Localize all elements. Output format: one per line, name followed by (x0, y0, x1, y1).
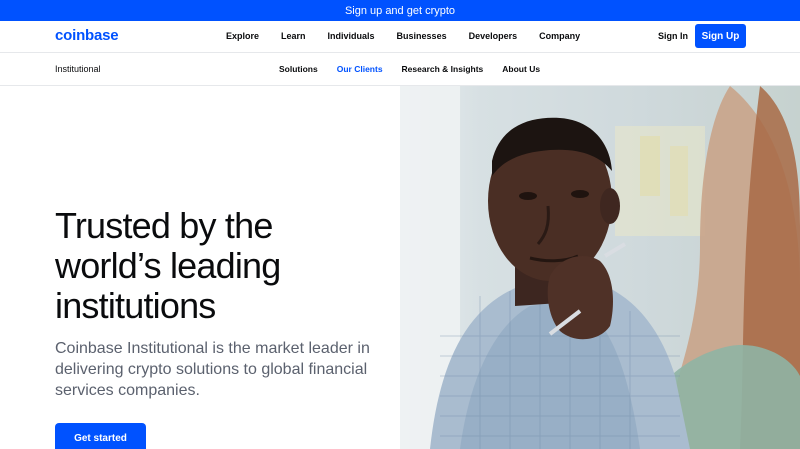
nav-developers[interactable]: Developers (469, 31, 518, 41)
hero-title-line: Trusted by the (55, 205, 273, 246)
hero-copy: Trusted by the world’s leading instituti… (55, 206, 385, 401)
subnav-solutions[interactable]: Solutions (279, 64, 318, 74)
subnav-our-clients[interactable]: Our Clients (337, 64, 383, 74)
subnav-title[interactable]: Institutional (55, 64, 101, 74)
sign-up-button[interactable]: Sign Up (695, 24, 746, 48)
main-nav: coinbase Explore Learn Individuals Busin… (0, 21, 800, 53)
promo-text[interactable]: Sign up and get crypto (345, 5, 455, 17)
nav-learn[interactable]: Learn (281, 31, 306, 41)
subnav-links: Solutions Our Clients Research & Insight… (279, 64, 559, 74)
subnav-about-us[interactable]: About Us (502, 64, 540, 74)
sign-in-link[interactable]: Sign In (658, 31, 688, 41)
nav-explore[interactable]: Explore (226, 31, 259, 41)
hero-title: Trusted by the world’s leading instituti… (55, 206, 385, 326)
nav-individuals[interactable]: Individuals (328, 31, 375, 41)
institutional-subnav: Institutional Solutions Our Clients Rese… (0, 53, 800, 86)
nav-company[interactable]: Company (539, 31, 580, 41)
coinbase-logo[interactable]: coinbase (55, 27, 119, 44)
subnav-research-insights[interactable]: Research & Insights (402, 64, 484, 74)
hero-title-line: world’s leading (55, 245, 281, 286)
nav-businesses[interactable]: Businesses (397, 31, 447, 41)
hero-description: Coinbase Institutional is the market lea… (55, 340, 370, 399)
hero-title-line: institutions (55, 285, 216, 326)
hero-photo (400, 86, 800, 449)
primary-nav-links: Explore Learn Individuals Businesses Dev… (226, 31, 602, 41)
hero-photo-illustration (400, 86, 800, 449)
get-started-button[interactable]: Get started (55, 423, 146, 449)
promo-banner[interactable]: Sign up and get crypto (0, 0, 800, 21)
